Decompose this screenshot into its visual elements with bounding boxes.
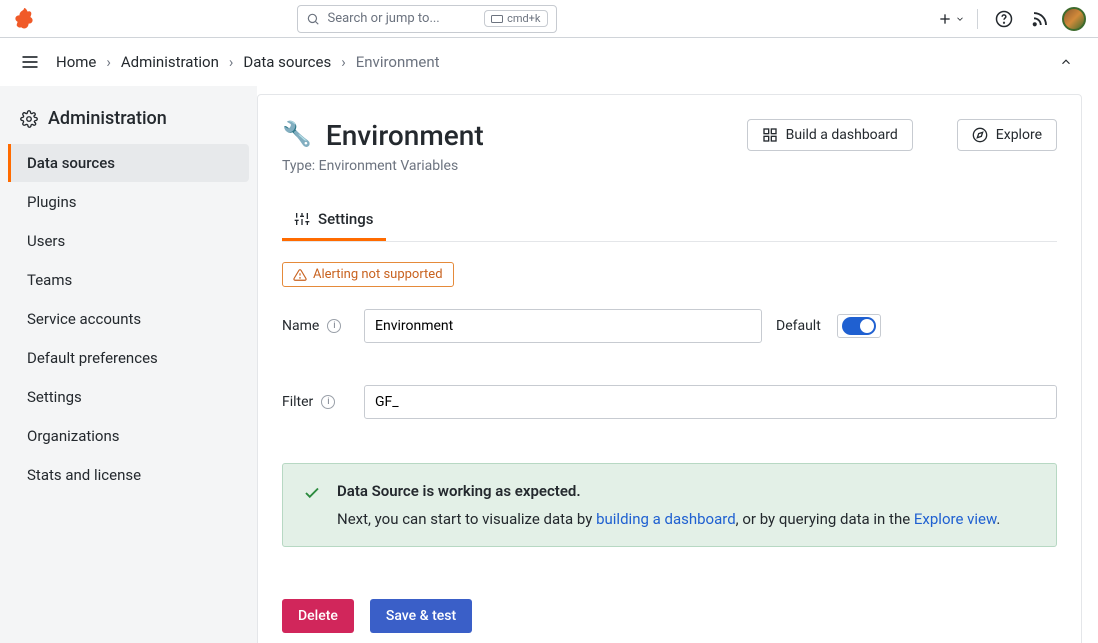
breadcrumb-data-sources[interactable]: Data sources [243,53,331,71]
compass-icon [972,127,988,143]
check-icon [303,484,321,528]
sliders-icon [294,211,310,227]
grafana-logo-icon[interactable] [12,7,36,31]
page-subtitle: Type: Environment Variables [282,158,484,174]
breadcrumb-current: Environment [356,53,440,71]
sidebar: Administration Data sources Plugins User… [0,86,257,643]
help-button[interactable] [990,5,1018,33]
build-dashboard-link[interactable]: building a dashboard [596,510,736,528]
sidebar-item-stats-license[interactable]: Stats and license [8,456,249,494]
build-dashboard-button[interactable]: Build a dashboard [747,119,913,151]
chevron-right-icon: › [106,53,111,71]
breadcrumb-home[interactable]: Home [56,53,96,71]
search-placeholder: Search or jump to... [328,11,440,26]
breadcrumb-administration[interactable]: Administration [121,53,219,71]
sidebar-item-service-accounts[interactable]: Service accounts [8,300,249,338]
sidebar-item-default-preferences[interactable]: Default preferences [8,339,249,377]
success-alert: Data Source is working as expected. Next… [282,463,1057,547]
menu-toggle-button[interactable] [18,50,42,74]
search-input[interactable]: Search or jump to... cmd+k [297,5,557,33]
dashboard-icon [762,127,778,143]
gear-icon [20,110,38,128]
warning-icon [293,268,307,282]
alerting-not-supported-badge: Alerting not supported [282,262,454,287]
filter-label: Filter i [282,394,354,410]
sidebar-item-organizations[interactable]: Organizations [8,417,249,455]
sidebar-item-settings[interactable]: Settings [8,378,249,416]
rss-button[interactable] [1026,5,1054,33]
breadcrumb: Home › Administration › Data sources › E… [56,53,440,71]
search-kbd-hint: cmd+k [484,10,547,27]
sidebar-item-plugins[interactable]: Plugins [8,183,249,221]
info-icon[interactable]: i [321,395,335,409]
collapse-button[interactable] [1052,48,1080,76]
datasource-icon: 🔧 [282,122,312,146]
sidebar-item-teams[interactable]: Teams [8,261,249,299]
sidebar-title: Administration [8,108,249,143]
explore-view-link[interactable]: Explore view [914,510,996,528]
save-test-button[interactable]: Save & test [370,599,472,633]
avatar[interactable] [1062,7,1086,31]
default-toggle[interactable] [837,314,881,338]
name-label: Name i [282,318,354,334]
sidebar-item-data-sources[interactable]: Data sources [8,144,249,182]
default-label: Default [776,318,821,334]
divider [977,9,978,29]
delete-button[interactable]: Delete [282,599,354,633]
alert-title: Data Source is working as expected. [337,482,1000,500]
filter-input[interactable] [364,385,1057,419]
explore-button[interactable]: Explore [957,119,1057,151]
alert-subtitle: Next, you can start to visualize data by… [337,510,1000,528]
add-menu-button[interactable] [937,5,965,33]
info-icon[interactable]: i [327,319,341,333]
page-title: Environment [326,119,484,152]
name-input[interactable] [364,309,762,343]
tab-settings[interactable]: Settings [282,200,386,241]
chevron-right-icon: › [341,53,346,71]
sidebar-item-users[interactable]: Users [8,222,249,260]
chevron-right-icon: › [229,53,234,71]
